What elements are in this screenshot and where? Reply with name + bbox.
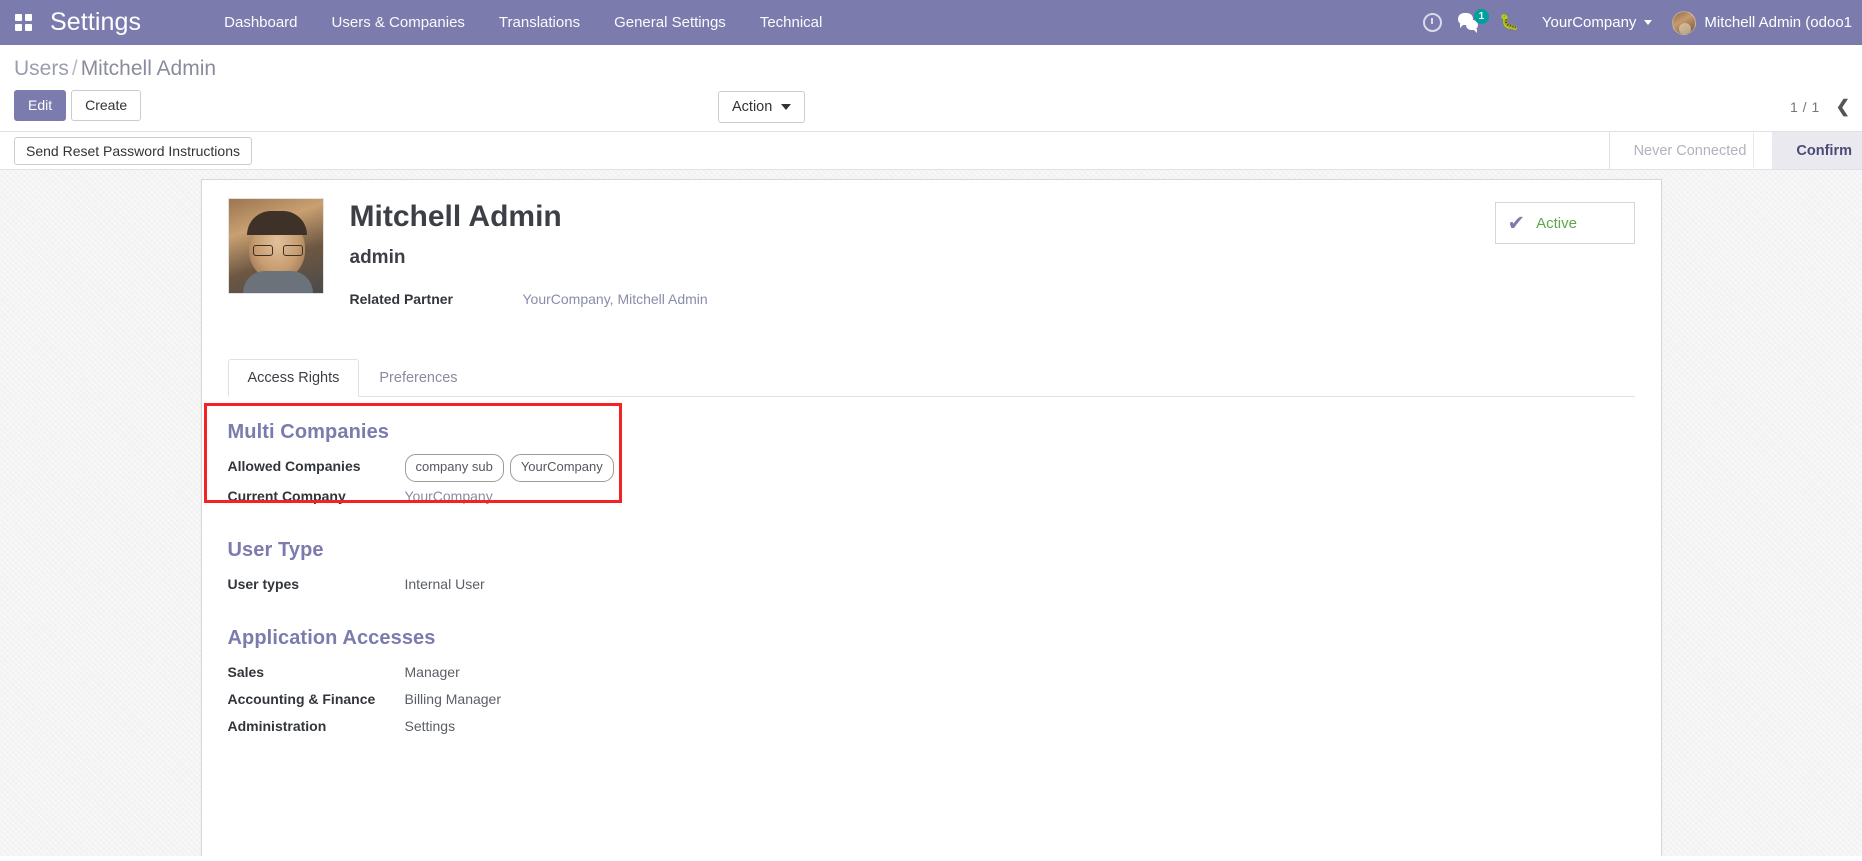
clock-icon xyxy=(1423,13,1442,32)
control-panel: Users/Mitchell Admin Edit Create Action … xyxy=(0,45,1862,132)
related-partner-label: Related Partner xyxy=(350,291,515,307)
field-related-partner: Related Partner YourCompany, Mitchell Ad… xyxy=(350,291,1635,307)
user-menu-label: Mitchell Admin (odoo1 xyxy=(1704,0,1852,45)
user-photo[interactable] xyxy=(228,198,324,294)
company-tag[interactable]: company sub xyxy=(405,454,504,482)
chevron-left-icon[interactable]: ❮ xyxy=(1836,98,1850,115)
action-dropdown-button[interactable]: Action xyxy=(718,91,805,123)
status-stage-never-connected[interactable]: Never Connected xyxy=(1610,132,1773,169)
company-switcher[interactable]: YourCompany xyxy=(1528,0,1659,45)
administration-label: Administration xyxy=(228,714,394,739)
accounting-finance-label: Accounting & Finance xyxy=(228,687,394,712)
company-tag[interactable]: YourCompany xyxy=(510,454,614,482)
user-menu[interactable]: Mitchell Admin (odoo1 xyxy=(1658,0,1862,45)
field-administration: Administration Settings xyxy=(228,714,1635,739)
breadcrumb: Users/Mitchell Admin xyxy=(0,45,1862,85)
menu-item-dashboard[interactable]: Dashboard xyxy=(207,0,314,45)
send-reset-password-button[interactable]: Send Reset Password Instructions xyxy=(14,137,252,165)
group-user-type: User Type User types Internal User xyxy=(228,539,1635,597)
allowed-companies-label: Allowed Companies xyxy=(228,454,394,479)
create-button[interactable]: Create xyxy=(71,90,141,121)
action-menu-wrapper: Action xyxy=(718,91,805,123)
administration-value[interactable]: Settings xyxy=(394,714,456,739)
related-partner-value[interactable]: YourCompany, Mitchell Admin xyxy=(515,291,708,307)
form-notebook-tabs: Access Rights Preferences xyxy=(228,359,1635,397)
page-title: Mitchell Admin xyxy=(350,200,1635,233)
form-sheet: Mitchell Admin admin Related Partner You… xyxy=(201,179,1662,856)
field-sales: Sales Manager xyxy=(228,660,1635,685)
field-current-company: Current Company YourCompany xyxy=(228,484,1635,509)
status-stage-ribbon: Never Connected Confirm xyxy=(1609,132,1862,169)
current-company-value[interactable]: YourCompany xyxy=(394,484,493,509)
action-dropdown-label: Action xyxy=(732,99,772,115)
messaging-button[interactable]: 1 xyxy=(1452,0,1490,45)
status-badge: Active xyxy=(1536,215,1577,232)
check-icon: ✔ xyxy=(1508,213,1526,234)
record-header: Mitchell Admin admin Related Partner You… xyxy=(228,196,1635,313)
sales-label: Sales xyxy=(228,660,394,685)
field-allowed-companies: Allowed Companies company sub YourCompan… xyxy=(228,454,1635,482)
allowed-companies-value: company sub YourCompany xyxy=(394,454,614,482)
activities-button[interactable] xyxy=(1414,0,1452,45)
apps-grid-icon xyxy=(15,14,32,31)
photo-hair xyxy=(247,211,307,235)
edit-button[interactable]: Edit xyxy=(14,90,66,121)
pager-value: 1 / 1 xyxy=(1790,99,1820,115)
accounting-finance-value[interactable]: Billing Manager xyxy=(394,687,502,712)
company-switcher-label: YourCompany xyxy=(1542,0,1637,45)
top-navbar: Settings Dashboard Users & Companies Tra… xyxy=(0,0,1862,45)
app-brand-title[interactable]: Settings xyxy=(46,8,149,37)
control-panel-buttons: Edit Create Action 1 / 1 ❮ xyxy=(0,85,1862,131)
breadcrumb-item-users[interactable]: Users xyxy=(14,57,69,80)
breadcrumb-item-current: Mitchell Admin xyxy=(81,57,216,80)
current-company-label: Current Company xyxy=(228,484,394,509)
chat-bubbles-icon: 1 xyxy=(1458,12,1484,34)
chevron-down-icon xyxy=(1644,20,1652,25)
bug-icon: 🐛 xyxy=(1499,15,1519,31)
menu-item-translations[interactable]: Translations xyxy=(482,0,597,45)
field-accounting-finance: Accounting & Finance Billing Manager xyxy=(228,687,1635,712)
record-title-block: Mitchell Admin admin Related Partner You… xyxy=(324,196,1635,313)
sales-value[interactable]: Manager xyxy=(394,660,460,685)
group-title-multi-companies: Multi Companies xyxy=(228,421,1635,444)
avatar xyxy=(1672,11,1696,35)
tab-access-rights[interactable]: Access Rights xyxy=(228,359,360,397)
menu-item-general-settings[interactable]: General Settings xyxy=(597,0,743,45)
form-statusbar: Send Reset Password Instructions Never C… xyxy=(0,132,1862,170)
form-background: Mitchell Admin admin Related Partner You… xyxy=(0,170,1862,856)
chevron-down-icon xyxy=(781,104,791,110)
menu-item-technical[interactable]: Technical xyxy=(743,0,840,45)
status-stage-confirm[interactable]: Confirm xyxy=(1772,132,1862,169)
navbar-right-tools: 1 🐛 YourCompany Mitchell Admin (odoo1 xyxy=(1414,0,1862,45)
group-multi-companies: Multi Companies Allowed Companies compan… xyxy=(228,421,1635,509)
group-title-user-type: User Type xyxy=(228,539,1635,562)
messaging-counter-badge: 1 xyxy=(1474,9,1489,24)
group-title-application-accesses: Application Accesses xyxy=(228,627,1635,650)
access-rights-panel: Multi Companies Allowed Companies compan… xyxy=(228,397,1635,739)
main-menu: Dashboard Users & Companies Translations… xyxy=(207,0,839,45)
active-toggle-button[interactable]: ✔ Active xyxy=(1495,202,1635,244)
glasses-icon xyxy=(253,245,303,256)
group-application-accesses: Application Accesses Sales Manager Accou… xyxy=(228,627,1635,739)
user-types-value[interactable]: Internal User xyxy=(394,572,485,597)
apps-menu-button[interactable] xyxy=(0,0,46,45)
tab-preferences[interactable]: Preferences xyxy=(359,359,477,397)
user-types-label: User types xyxy=(228,572,394,597)
debug-menu-button[interactable]: 🐛 xyxy=(1490,0,1528,45)
pager: 1 / 1 ❮ xyxy=(1790,98,1850,115)
field-user-types: User types Internal User xyxy=(228,572,1635,597)
record-login: admin xyxy=(350,247,1635,269)
menu-item-users-companies[interactable]: Users & Companies xyxy=(315,0,482,45)
breadcrumb-separator: / xyxy=(69,57,81,80)
